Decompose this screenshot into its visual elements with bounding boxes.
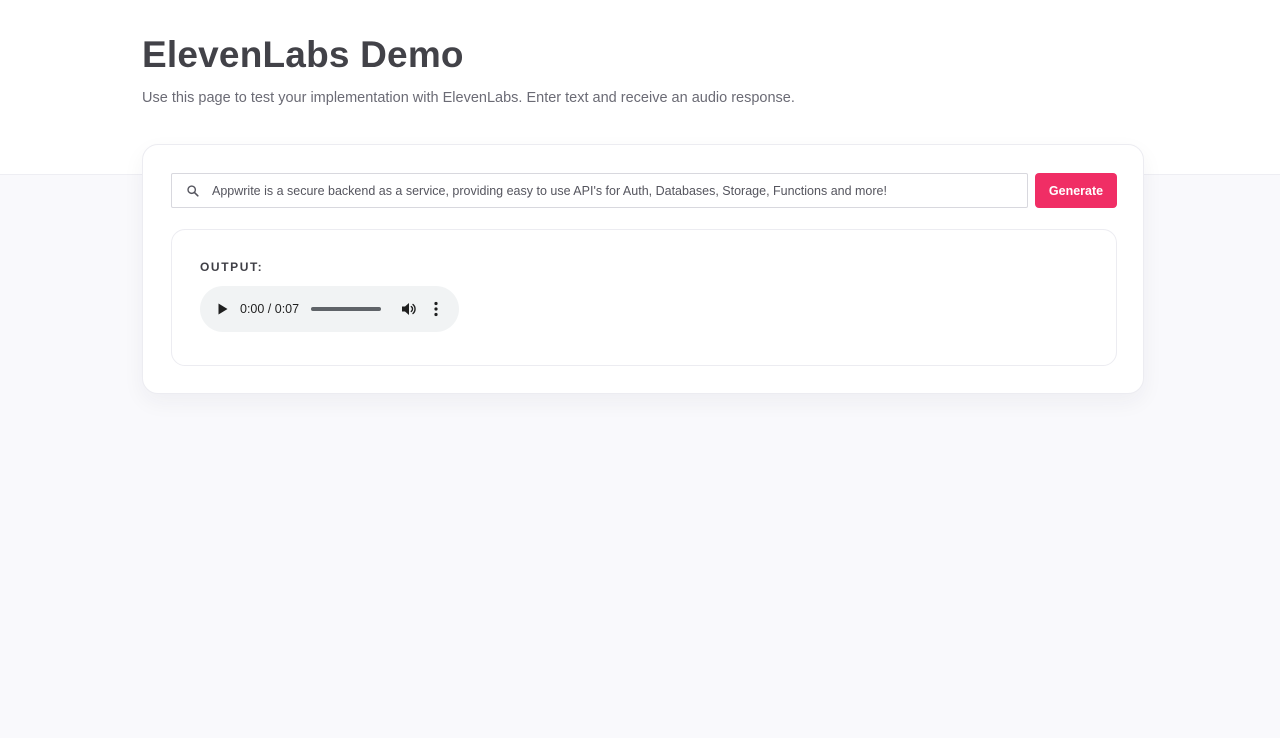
demo-card: Generate OUTPUT: 0:00 / 0:07 bbox=[142, 144, 1144, 394]
search-box[interactable] bbox=[171, 173, 1028, 208]
audio-time-display: 0:00 / 0:07 bbox=[240, 302, 300, 316]
output-panel: OUTPUT: 0:00 / 0:07 bbox=[171, 229, 1117, 366]
page-subtitle: Use this page to test your implementatio… bbox=[142, 90, 795, 106]
search-icon bbox=[187, 185, 199, 197]
more-vertical-icon[interactable] bbox=[433, 301, 439, 317]
volume-icon[interactable] bbox=[401, 301, 417, 317]
generate-button[interactable]: Generate bbox=[1035, 173, 1117, 208]
audio-progress-slider[interactable] bbox=[311, 307, 381, 311]
audio-player: 0:00 / 0:07 bbox=[200, 286, 459, 332]
output-label: OUTPUT: bbox=[200, 260, 264, 274]
page-title: ElevenLabs Demo bbox=[142, 34, 464, 75]
prompt-form: Generate bbox=[171, 173, 1117, 208]
play-icon[interactable] bbox=[218, 303, 228, 315]
text-prompt-input[interactable] bbox=[212, 174, 1012, 207]
